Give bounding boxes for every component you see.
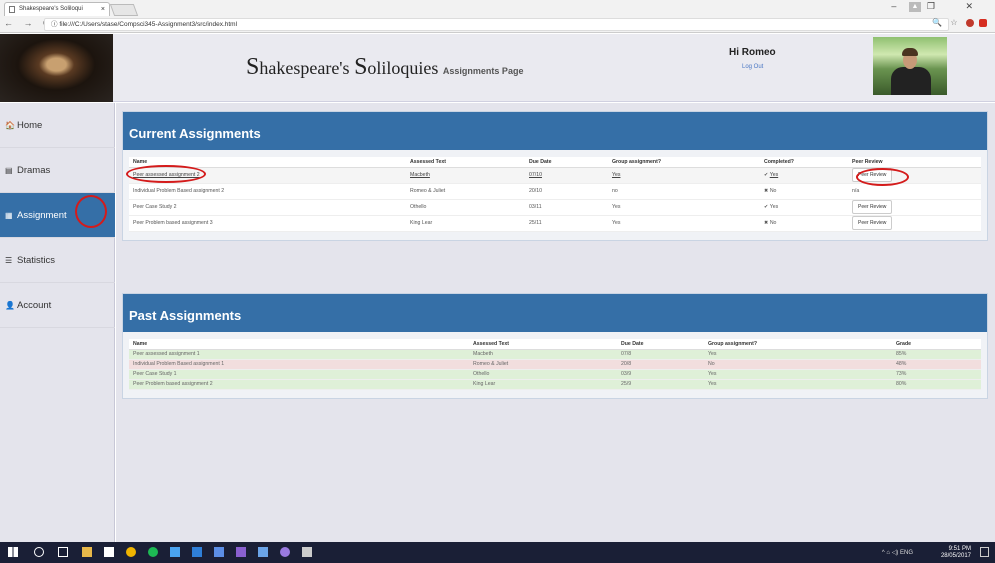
page-title: Shakespeare's Soliloquies Assignments Pa… — [246, 54, 524, 80]
sidebar-item-account[interactable]: 👤 Account — [0, 283, 115, 328]
film-icon: ▤ — [5, 166, 13, 175]
zoom-star-icons[interactable]: 🔍 ☆ — [932, 18, 960, 27]
table-row: Peer Case Study 1 Othello 03/9 Yes 73% — [129, 369, 981, 380]
app-icon[interactable] — [258, 547, 268, 557]
adblock-icon[interactable] — [965, 18, 974, 27]
task-view-icon[interactable] — [58, 547, 68, 557]
extensions: 🔍 ☆ — [932, 18, 987, 27]
past-assignments-panel: Past Assignments Name Assessed Text Due … — [122, 293, 988, 399]
greeting: Hi Romeo — [729, 47, 776, 58]
check-icon: ✔ — [764, 204, 769, 210]
table-row: Individual Problem Based assignment 2 Ro… — [129, 183, 981, 200]
table-header: Name Assessed Text Due Date Group assign… — [129, 339, 981, 350]
window-controls[interactable]: – ❐ ✕ — [891, 1, 987, 12]
current-assignments-table: Name Assessed Text Due Date Group assign… — [129, 157, 981, 232]
spotify-icon[interactable] — [148, 547, 158, 557]
vs-code-icon[interactable] — [214, 547, 224, 557]
url-text: file:///C:/Users/stase/Compsci345-Assign… — [59, 21, 238, 28]
table-row: Individual Problem Based assignment 1 Ro… — [129, 359, 981, 370]
user-icon: 👤 — [5, 301, 15, 310]
logout-link[interactable]: Log Out — [742, 64, 763, 70]
past-assignments-table: Name Assessed Text Due Date Group assign… — [129, 339, 981, 390]
info-icon[interactable]: ⓘ — [51, 21, 58, 28]
sidebar-item-dramas[interactable]: ▤ Dramas — [0, 148, 115, 193]
sidebar-item-home[interactable]: 🏠 Home — [0, 103, 115, 148]
table-row: Peer Case Study 2 Othello 03/11 Yes ✔ Ye… — [129, 199, 981, 216]
system-tray[interactable]: ^ ⌂ ◁) ENG — [882, 549, 913, 556]
app-icon[interactable] — [280, 547, 290, 557]
browser-tab[interactable]: Shakespeare's Soliloqui × — [4, 2, 110, 16]
app-icon[interactable] — [302, 547, 312, 557]
home-icon: 🏠 — [5, 121, 15, 130]
tab-close-icon[interactable]: × — [101, 3, 105, 16]
cross-icon: ✖ — [764, 188, 769, 194]
chrome-icon[interactable] — [126, 547, 136, 557]
page-subtitle: Assignments Page — [442, 66, 524, 76]
annotation-oval-peer-review — [856, 168, 909, 186]
address-bar[interactable]: ⓘ file:///C:/Users/stase/Compsci345-Assi… — [44, 18, 949, 31]
table-row: Peer assessed assignment 2 Macbeth 07/10… — [129, 167, 981, 184]
check-icon: ✔ — [764, 172, 769, 178]
browser-chrome: Shakespeare's Soliloqui × ▲ – ❐ ✕ ← → C … — [0, 0, 995, 33]
table-header: Name Assessed Text Due Date Group assign… — [129, 157, 981, 168]
sidebar: 🏠 Home ▤ Dramas ▦ Assignment ☰ Statistics 👤 A… — [0, 103, 115, 542]
table-row: Peer assessed assignment 1 Macbeth 07/8 … — [129, 349, 981, 360]
table-row: Peer Problem based assignment 3 King Lea… — [129, 215, 981, 232]
store-icon[interactable] — [104, 547, 114, 557]
calculator-icon: ▦ — [5, 211, 13, 220]
taskbar: ^ ⌂ ◁) ENG 9:51 PM 28/05/2017 — [0, 542, 995, 563]
peer-review-button[interactable]: Peer Review — [852, 200, 893, 214]
peer-review-button[interactable]: Peer Review — [852, 216, 893, 230]
current-assignments-title: Current Assignments — [123, 112, 987, 150]
clock[interactable]: 9:51 PM 28/05/2017 — [941, 546, 971, 560]
notification-icon[interactable] — [980, 547, 989, 557]
site-header: Shakespeare's Soliloquies Assignments Pa… — [0, 34, 995, 102]
main-content: Current Assignments Name Assessed Text D… — [116, 103, 995, 542]
visual-studio-icon[interactable] — [236, 547, 246, 557]
page-icon — [9, 6, 15, 13]
app-icon[interactable] — [170, 547, 180, 557]
tab-title: Shakespeare's Soliloqui — [19, 6, 83, 12]
annotation-circle — [75, 195, 107, 228]
avatar — [873, 37, 947, 95]
new-tab-button[interactable] — [109, 4, 139, 16]
sidebar-item-statistics[interactable]: ☰ Statistics — [0, 238, 115, 283]
app-icon[interactable] — [192, 547, 202, 557]
language-indicator[interactable]: ENG — [900, 550, 913, 556]
table-row: Peer Problem based assignment 2 King Lea… — [129, 379, 981, 390]
file-explorer-icon[interactable] — [82, 547, 92, 557]
shakespeare-portrait — [0, 34, 113, 102]
text-link[interactable]: Macbeth — [410, 172, 430, 178]
stats-icon: ☰ — [5, 256, 13, 265]
cross-icon: ✖ — [764, 220, 769, 226]
annotation-oval-assignment — [126, 165, 206, 183]
windows-start-icon[interactable] — [8, 547, 18, 557]
search-icon[interactable] — [34, 547, 44, 557]
past-assignments-title: Past Assignments — [123, 294, 987, 332]
extension-icon[interactable] — [979, 18, 987, 27]
